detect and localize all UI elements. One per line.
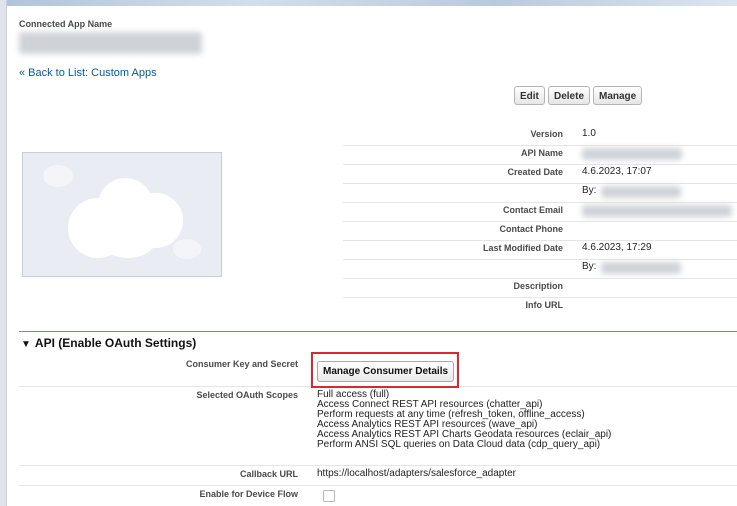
info-url-label: Info URL <box>525 300 564 310</box>
oauth-scopes-row: Selected OAuth Scopes Full access (full)… <box>19 386 737 466</box>
app-name-label: Connected App Name <box>19 19 113 29</box>
api-name-row: API Name <box>343 145 737 165</box>
last-modified-row: Last Modified Date 4.6.2023, 17:29 <box>343 240 737 260</box>
modified-by-row: By: <box>343 259 737 279</box>
version-value: 1.0 <box>582 128 596 139</box>
app-logo-placeholder <box>22 152 222 277</box>
oauth-scopes-label: Selected OAuth Scopes <box>196 390 298 400</box>
created-by-prefix: By: <box>582 185 597 196</box>
api-section-title: API (Enable OAuth Settings) <box>34 336 197 350</box>
manage-button[interactable]: Manage <box>593 86 643 105</box>
last-modified-label: Last Modified Date <box>482 243 563 253</box>
description-label: Description <box>513 281 563 291</box>
collapse-triangle-icon[interactable]: ▼ <box>21 339 31 350</box>
header-texture <box>7 0 737 6</box>
scope-item: Perform ANSI SQL queries on Data Cloud d… <box>317 439 601 450</box>
last-modified-value: 4.6.2023, 17:29 <box>582 242 652 253</box>
contact-phone-label: Contact Phone <box>499 224 563 234</box>
callback-url-label: Callback URL <box>239 469 298 479</box>
cloud-icon-small-right <box>173 239 201 259</box>
version-label: Version <box>530 129 563 139</box>
created-date-row: Created Date 4.6.2023, 17:07 <box>343 164 737 184</box>
manage-consumer-details-button[interactable]: Manage Consumer Details <box>317 361 455 382</box>
device-flow-label: Enable for Device Flow <box>199 489 298 499</box>
contact-email-redacted <box>582 205 732 217</box>
created-by-redacted <box>601 186 681 198</box>
cloud-icon-part-3 <box>98 213 158 258</box>
created-by-row: By: <box>343 183 737 203</box>
contact-email-label: Contact Email <box>502 205 563 215</box>
modified-by-prefix: By: <box>582 261 597 272</box>
contact-phone-row: Contact Phone <box>343 221 737 241</box>
consumer-key-label: Consumer Key and Secret <box>185 359 298 369</box>
created-date-label: Created Date <box>507 167 563 177</box>
section-divider <box>19 331 737 332</box>
device-flow-row: Enable for Device Flow <box>19 485 737 506</box>
contact-email-row: Contact Email <box>343 202 737 222</box>
device-flow-checkbox[interactable] <box>323 490 335 502</box>
description-row: Description <box>343 278 737 298</box>
modified-by-redacted <box>601 262 681 274</box>
api-section-header[interactable]: ▼ API (Enable OAuth Settings) <box>21 336 196 350</box>
version-row: Version 1.0 <box>343 126 737 146</box>
app-name-redacted <box>19 32 202 54</box>
callback-url-value: https://localhost/adapters/salesforce_ad… <box>317 468 517 479</box>
connected-app-detail-page: Connected App Name « Back to List: Custo… <box>6 0 737 506</box>
info-url-row: Info URL <box>343 297 737 316</box>
back-to-list-link[interactable]: « Back to List: Custom Apps <box>19 67 157 79</box>
edit-button[interactable]: Edit <box>514 86 545 105</box>
oauth-scopes-list: Full access (full) Access Connect REST A… <box>317 390 611 450</box>
api-name-label: API Name <box>520 148 563 158</box>
cloud-icon-small <box>43 165 73 187</box>
api-name-redacted <box>582 148 682 160</box>
created-date-value: 4.6.2023, 17:07 <box>582 166 652 177</box>
delete-button[interactable]: Delete <box>548 86 591 105</box>
callback-url-row: Callback URL https://localhost/adapters/… <box>19 465 737 486</box>
